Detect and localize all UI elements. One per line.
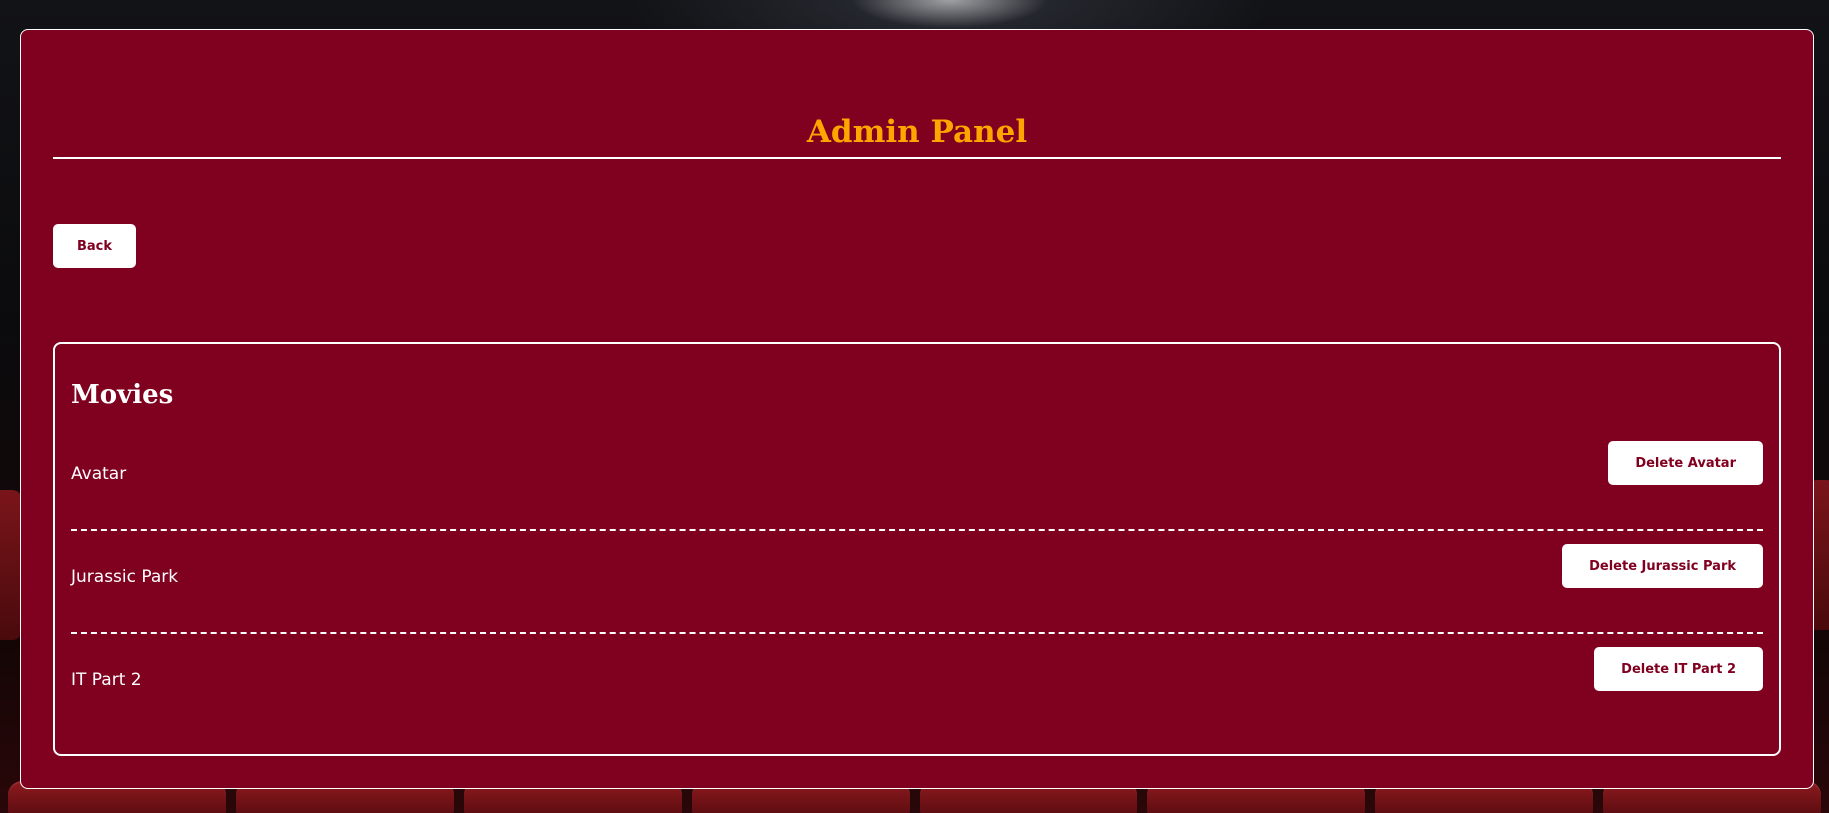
- movies-section: Movies Avatar Delete Avatar Jurassic Par…: [53, 342, 1781, 756]
- delete-it-part-2-button[interactable]: Delete IT Part 2: [1594, 647, 1763, 691]
- movie-title: Avatar: [71, 464, 127, 484]
- movie-title: Jurassic Park: [71, 567, 179, 587]
- page-title: Admin Panel: [806, 114, 1028, 150]
- movies-heading: Movies: [71, 380, 174, 410]
- movie-row-avatar: Avatar Delete Avatar: [71, 426, 1763, 531]
- delete-avatar-button[interactable]: Delete Avatar: [1608, 441, 1763, 485]
- movie-title: IT Part 2: [71, 670, 142, 690]
- admin-panel-container: Admin Panel Back Movies Avatar Delete Av…: [20, 29, 1814, 789]
- delete-jurassic-park-button[interactable]: Delete Jurassic Park: [1562, 544, 1763, 588]
- header-divider: [53, 157, 1781, 159]
- theater-seat-left: [0, 490, 22, 640]
- movie-row-it-part-2: IT Part 2 Delete IT Part 2: [71, 632, 1763, 735]
- movie-row-jurassic-park: Jurassic Park Delete Jurassic Park: [71, 529, 1763, 634]
- back-button[interactable]: Back: [53, 224, 136, 268]
